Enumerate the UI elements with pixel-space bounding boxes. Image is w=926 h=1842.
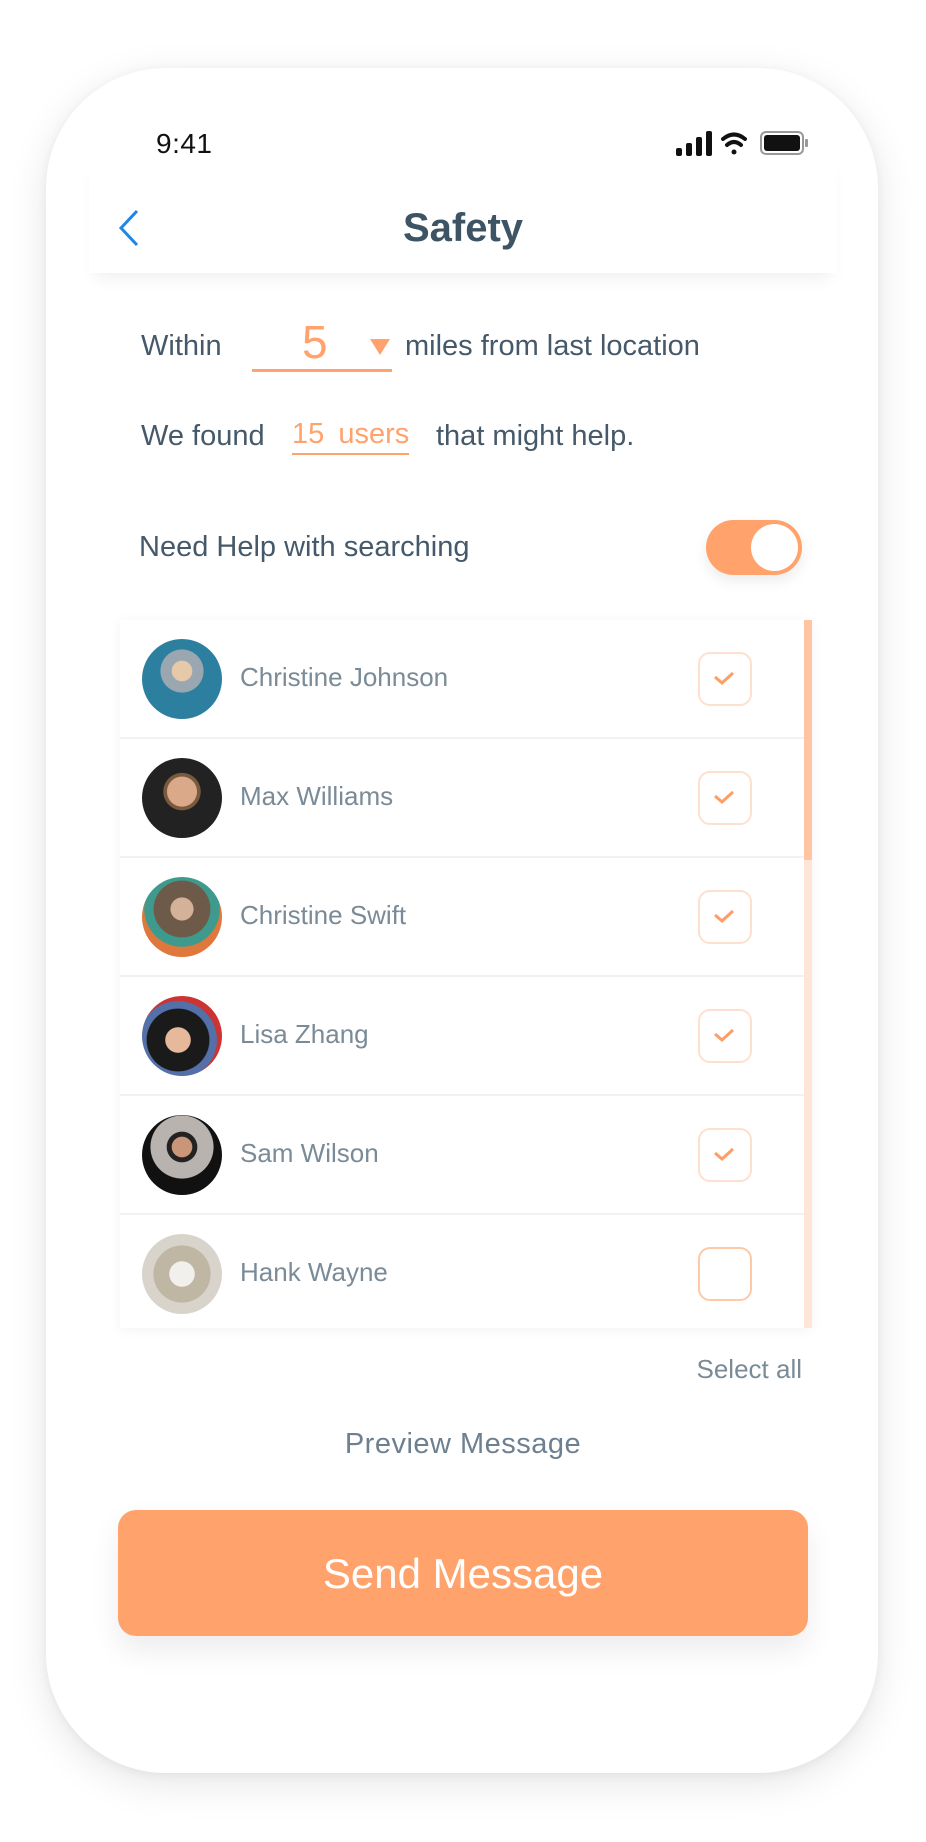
check-icon	[714, 909, 735, 924]
distance-prefix: Within	[141, 330, 222, 362]
list-item[interactable]: Christine Swift	[120, 858, 804, 977]
list-item[interactable]: Christine Johnson	[120, 620, 804, 739]
dropdown-arrow-icon	[370, 339, 390, 355]
status-time: 9:41	[156, 128, 213, 159]
user-list: Christine Johnson Max Williams Christine…	[120, 620, 812, 1328]
user-name: Hank Wayne	[240, 1257, 388, 1287]
list-scrollbar[interactable]	[804, 620, 812, 1328]
send-message-button[interactable]: Send Message	[118, 1510, 808, 1636]
user-checkbox[interactable]	[698, 771, 752, 825]
check-icon	[714, 671, 735, 686]
page-title: Safety	[402, 206, 524, 250]
avatar	[142, 758, 222, 838]
user-name: Christine Johnson	[240, 662, 449, 692]
found-prefix: We found	[141, 420, 265, 452]
toggle-knob	[751, 524, 798, 571]
check-icon	[714, 1147, 735, 1162]
list-item[interactable]: Hank Wayne	[120, 1215, 804, 1328]
nav-bar: Safety	[89, 160, 837, 273]
list-item[interactable]: Max Williams	[120, 739, 804, 858]
user-name: Sam Wilson	[240, 1138, 379, 1168]
scrollbar-thumb[interactable]	[804, 620, 812, 860]
select-all-link[interactable]: Select all	[697, 1354, 803, 1385]
user-checkbox[interactable]	[698, 1128, 752, 1182]
user-checkbox[interactable]	[698, 652, 752, 706]
avatar	[142, 1234, 222, 1314]
user-checkbox[interactable]	[698, 890, 752, 944]
distance-value: 5	[302, 316, 328, 368]
preview-message-button[interactable]: Preview Message	[0, 1428, 926, 1461]
list-item[interactable]: Lisa Zhang	[120, 977, 804, 1096]
help-toggle-label: Need Help with searching	[139, 531, 470, 563]
help-toggle[interactable]	[706, 520, 802, 575]
avatar	[142, 877, 222, 957]
status-icons	[676, 130, 816, 158]
found-users-link[interactable]: 15 users	[292, 418, 410, 455]
distance-suffix: miles from last location	[405, 330, 700, 362]
check-icon	[714, 790, 735, 805]
avatar	[142, 1115, 222, 1195]
wifi-icon	[721, 132, 747, 155]
avatar	[142, 639, 222, 719]
user-name: Max Williams	[240, 781, 394, 811]
battery-icon	[760, 131, 808, 155]
avatar	[142, 996, 222, 1076]
list-item[interactable]: Sam Wilson	[120, 1096, 804, 1215]
user-checkbox[interactable]	[698, 1009, 752, 1063]
check-icon	[714, 1028, 735, 1043]
signal-icon	[676, 131, 712, 156]
distance-dropdown[interactable]: 5	[252, 315, 392, 372]
send-message-label: Send Message	[322, 1550, 604, 1597]
user-checkbox[interactable]	[698, 1247, 752, 1301]
user-name: Christine Swift	[240, 900, 407, 930]
user-name: Lisa Zhang	[240, 1019, 369, 1049]
found-suffix: that might help.	[436, 420, 635, 452]
